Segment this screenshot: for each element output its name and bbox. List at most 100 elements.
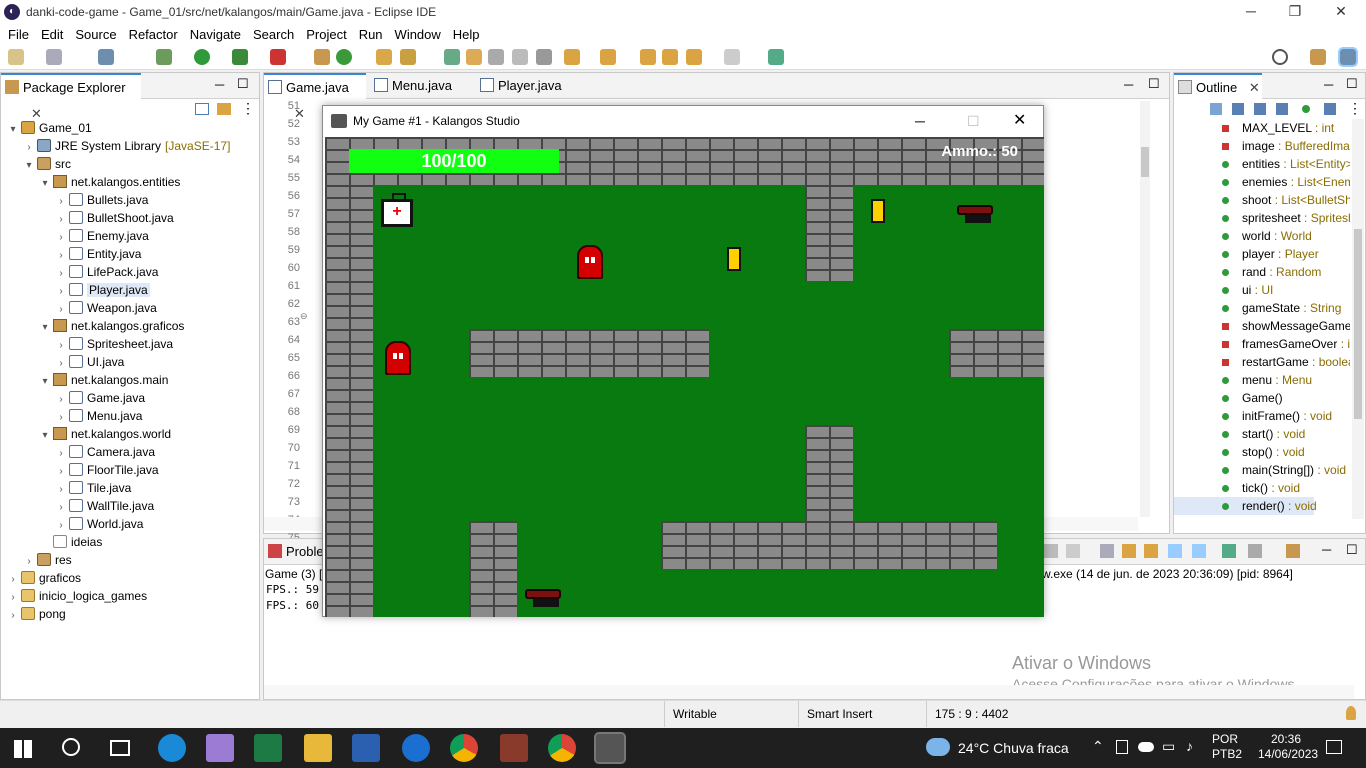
pin-console-icon[interactable] <box>1222 544 1236 558</box>
block-select-icon[interactable] <box>488 49 504 65</box>
annotation-icon[interactable] <box>444 49 460 65</box>
tree-item[interactable]: › LifePack.java <box>55 263 158 281</box>
tree-item[interactable]: › Menu.java <box>55 407 142 425</box>
clock[interactable]: 20:36 14/06/2023 <box>1258 732 1318 762</box>
outline-item[interactable]: image : BufferedIma <box>1174 137 1350 155</box>
collapse-all-icon[interactable] <box>195 103 209 115</box>
tree-item[interactable]: › Entity.java <box>55 245 141 263</box>
open-type-icon[interactable] <box>376 49 392 65</box>
tree-item[interactable]: › BulletShoot.java <box>55 209 174 227</box>
tab-game-java[interactable]: Game.java ✕ <box>264 73 366 121</box>
maximize-console-icon[interactable]: ☐ <box>1346 542 1358 558</box>
menu-edit[interactable]: Edit <box>35 27 69 42</box>
outline-item[interactable]: Game() <box>1174 389 1314 407</box>
forward-icon[interactable] <box>724 49 740 65</box>
java-app-taskbar-icon[interactable] <box>594 732 626 764</box>
scroll-lock-icon[interactable] <box>1122 544 1136 558</box>
maximize-view-icon[interactable]: ☐ <box>237 76 249 92</box>
tree-item[interactable]: › Game.java <box>55 389 145 407</box>
outline-item[interactable]: rand : Random <box>1174 263 1321 281</box>
external-tools-icon[interactable] <box>270 49 286 65</box>
game-close-icon[interactable]: ✕ <box>1013 106 1026 136</box>
tree-item[interactable]: › Tile.java <box>55 479 131 497</box>
new-icon[interactable] <box>8 49 24 65</box>
outline-item[interactable]: showMessageGame <box>1174 317 1350 335</box>
console-hscrollbar[interactable] <box>264 685 1354 699</box>
tree-item[interactable]: › Player.java <box>55 281 150 299</box>
scrollbar-thumb[interactable] <box>1141 147 1149 177</box>
weather-text[interactable]: 24°C Chuva fraca <box>958 740 1069 756</box>
hide-nonpublic-icon[interactable] <box>1276 103 1288 115</box>
tree-item[interactable]: › WallTile.java <box>55 497 154 515</box>
show-err-icon[interactable] <box>1192 544 1206 558</box>
outline-item[interactable]: spritesheet : Spritesh <box>1174 209 1350 227</box>
whitespace-icon[interactable] <box>512 49 528 65</box>
menu-window[interactable]: Window <box>389 27 447 42</box>
game-minimize-icon[interactable]: ─ <box>915 106 925 136</box>
pin-editor-icon[interactable] <box>768 49 784 65</box>
open-console-icon[interactable] <box>1286 544 1300 558</box>
tree-item[interactable]: › FloorTile.java <box>55 461 159 479</box>
menu-refactor[interactable]: Refactor <box>123 27 184 42</box>
sort-icon[interactable] <box>1210 103 1222 115</box>
link-outline-icon[interactable] <box>1324 103 1336 115</box>
tree-item[interactable]: ▾ net.kalangos.main <box>39 371 168 389</box>
outline-item[interactable]: world : World <box>1174 227 1314 245</box>
coverage-icon[interactable] <box>232 49 248 65</box>
notifications-icon[interactable] <box>1326 740 1342 754</box>
pilcrow-icon[interactable] <box>536 49 552 65</box>
teamviewer-icon[interactable] <box>402 734 430 762</box>
outline-menu-icon[interactable]: ⋮ <box>1348 100 1362 117</box>
remove-launch-icon[interactable] <box>1066 544 1080 558</box>
show-hidden-icon[interactable]: ⌃ <box>1092 738 1104 755</box>
outline-item[interactable]: restartGame : boolea <box>1174 353 1350 371</box>
search-taskbar-icon[interactable] <box>62 738 80 756</box>
tree-item[interactable]: › Spritesheet.java <box>55 335 173 353</box>
hide-fields-icon[interactable] <box>1232 103 1244 115</box>
outline-item[interactable]: initFrame() : void <box>1174 407 1332 425</box>
tree-item[interactable]: ▾ net.kalangos.world <box>39 425 171 443</box>
tree-item[interactable]: ▾ net.kalangos.graficos <box>39 317 184 335</box>
prev-annotation-icon[interactable] <box>600 49 616 65</box>
outline-item[interactable]: gameState : String <box>1174 299 1341 317</box>
tab-outline[interactable]: Outline ✕ <box>1174 73 1262 99</box>
tab-menu-java[interactable]: Menu.java <box>370 73 470 99</box>
outline-item[interactable]: entities : List<Entity> <box>1174 155 1350 173</box>
menu-navigate[interactable]: Navigate <box>184 27 247 42</box>
java-perspective-icon[interactable] <box>1338 47 1358 67</box>
link-editor-icon[interactable] <box>217 103 231 115</box>
view-menu-icon[interactable]: ⋮ <box>241 100 255 117</box>
minimize-icon[interactable]: ─ <box>1228 0 1274 24</box>
device-icon[interactable] <box>1116 740 1128 754</box>
search-tool-icon[interactable] <box>400 49 416 65</box>
close-icon[interactable]: ✕ <box>1318 0 1364 24</box>
vertical-scrollbar[interactable] <box>1140 101 1150 517</box>
close-outline-icon[interactable]: ✕ <box>1249 80 1260 95</box>
edge-icon[interactable] <box>158 734 186 762</box>
chrome-icon[interactable] <box>450 734 478 762</box>
outline-scrollbar-thumb[interactable] <box>1354 229 1362 419</box>
next-annotation-icon[interactable] <box>564 49 580 65</box>
outline-item[interactable]: framesGameOver : i <box>1174 335 1350 353</box>
terminate-icon[interactable] <box>1044 544 1058 558</box>
outline-item[interactable]: main(String[]) : void <box>1174 461 1346 479</box>
game-maximize-icon[interactable]: ☐ <box>967 106 980 136</box>
expanded-chevron-icon[interactable]: ▾ <box>39 175 51 193</box>
tree-item[interactable]: › Enemy.java <box>55 227 149 245</box>
outline-item[interactable]: tick() : void <box>1174 479 1314 497</box>
volume-icon[interactable]: ♪ <box>1186 738 1193 754</box>
game-editor-icon[interactable] <box>500 734 528 762</box>
menu-search[interactable]: Search <box>247 27 300 42</box>
tree-item[interactable]: › inicio_logica_games <box>7 587 147 605</box>
save-icon[interactable] <box>46 49 62 65</box>
word-icon[interactable] <box>352 734 380 762</box>
tree-item[interactable]: › World.java <box>55 515 143 533</box>
app-icon[interactable] <box>206 734 234 762</box>
new-class-icon[interactable] <box>336 49 352 65</box>
tree-item[interactable]: ideias <box>39 533 102 551</box>
windows-start-icon[interactable] <box>14 740 32 758</box>
outline-item[interactable]: menu : Menu <box>1174 371 1314 389</box>
minimize-outline-icon[interactable]: ─ <box>1324 77 1333 92</box>
file-explorer-icon[interactable] <box>304 734 332 762</box>
menu-project[interactable]: Project <box>300 27 352 42</box>
